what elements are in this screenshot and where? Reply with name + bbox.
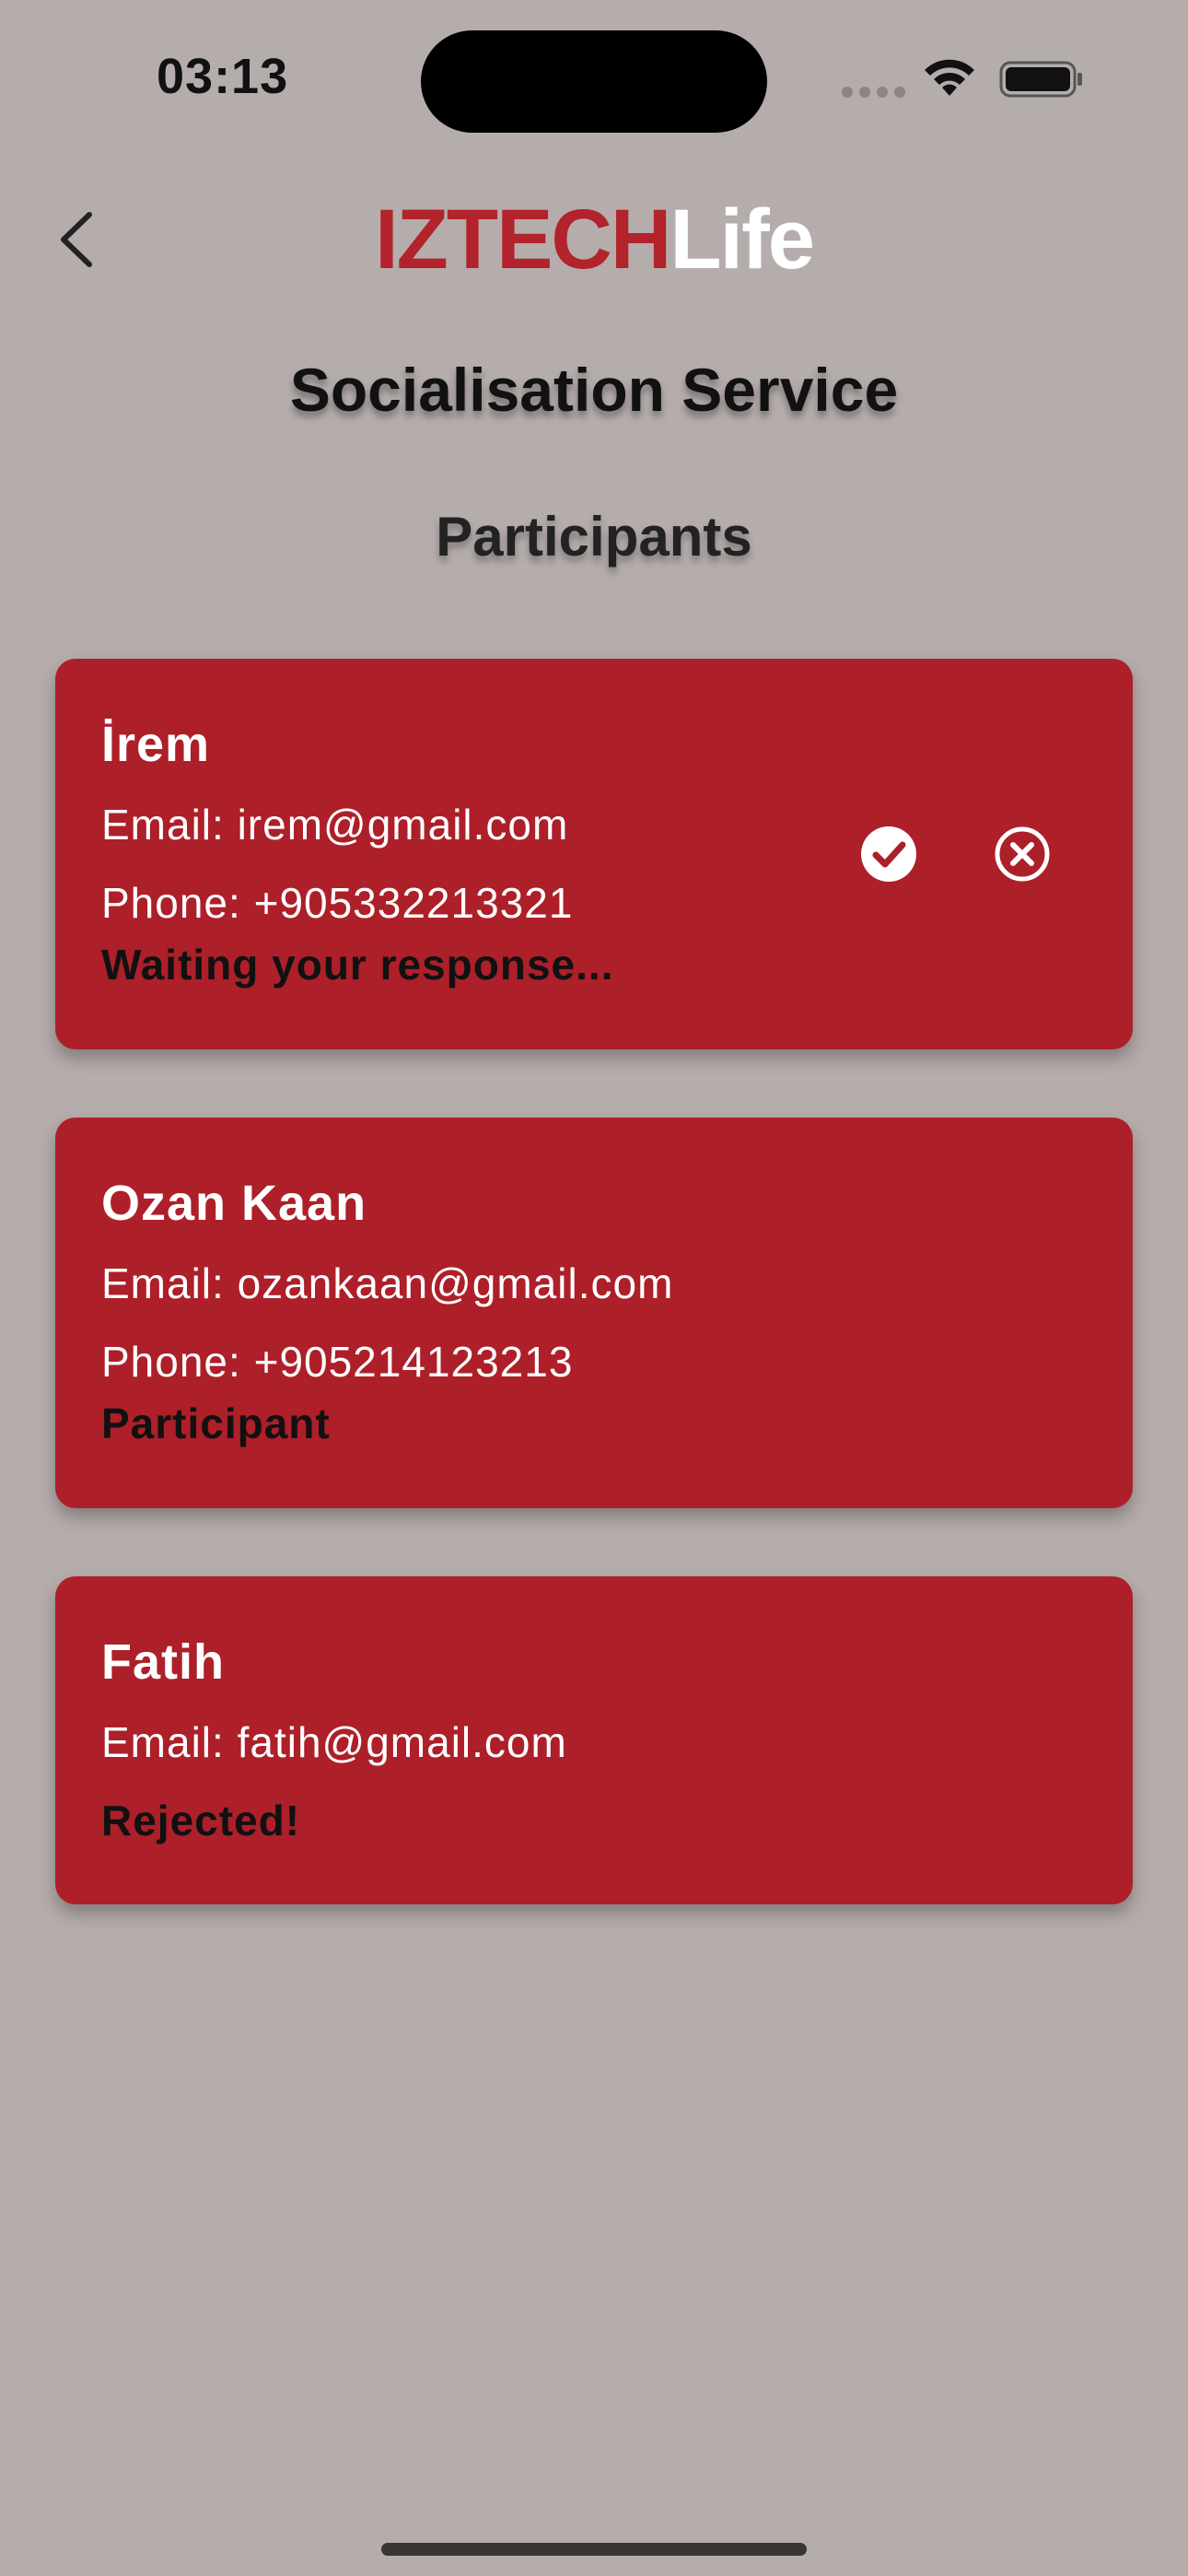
participant-card: Ozan Kaan Email: ozankaan@gmail.com Phon… [55, 1118, 1133, 1508]
logo-part-iztech: IZTECH [375, 193, 671, 287]
app-logo: IZTECHLife [0, 193, 1188, 286]
participant-name: Ozan Kaan [101, 1176, 367, 1231]
participant-name: Fatih [101, 1634, 225, 1690]
participant-email: Email: irem@gmail.com [101, 801, 569, 849]
battery-icon [999, 61, 1082, 98]
accept-check-icon[interactable] [859, 825, 918, 884]
participant-email: Email: fatih@gmail.com [101, 1718, 567, 1766]
participant-card: Fatih Email: fatih@gmail.com Rejected! [55, 1576, 1133, 1904]
page-title: Socialisation Service [289, 356, 899, 424]
participant-status: Waiting your response... [101, 941, 614, 989]
dynamic-island [421, 30, 767, 133]
participant-phone: Phone: +905332213321 [101, 879, 574, 927]
wifi-icon [925, 59, 974, 96]
section-title: Participants [436, 506, 752, 568]
status-time: 03:13 [157, 49, 289, 104]
participant-card: İrem Email: irem@gmail.com Phone: +90533… [55, 659, 1133, 1049]
participant-phone: Phone: +905214123213 [101, 1338, 574, 1386]
participant-email: Email: ozankaan@gmail.com [101, 1259, 674, 1307]
home-indicator[interactable] [381, 2543, 807, 2556]
logo-part-life: Life [670, 193, 815, 287]
reject-x-icon[interactable] [993, 825, 1052, 884]
participant-name: İrem [101, 717, 211, 772]
participant-status: Rejected! [101, 1797, 301, 1844]
participant-status: Participant [101, 1399, 331, 1447]
cellular-signal-icon [842, 87, 906, 98]
